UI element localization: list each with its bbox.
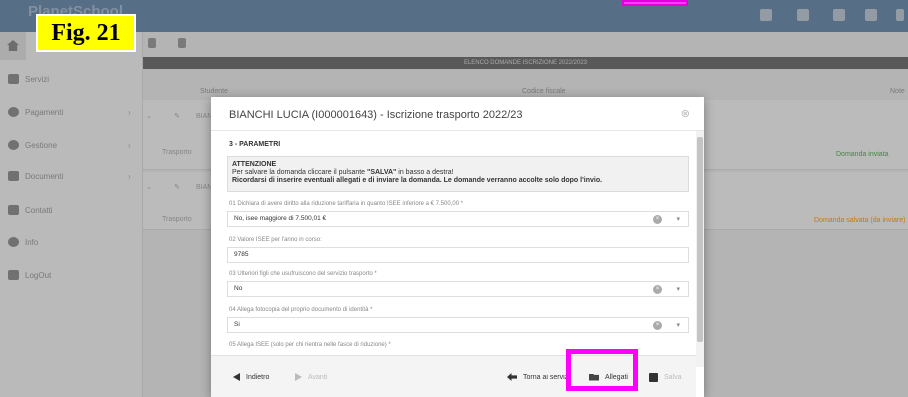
select-value: Si (234, 321, 240, 328)
notice-line-1: Per salvare la domanda cliccare il pulsa… (232, 169, 684, 177)
back-to-services-button[interactable]: Torna ai servizi (507, 369, 575, 385)
select-value: No, isee maggiore di 7.500,01 € (234, 215, 327, 222)
reply-arrow-icon (507, 373, 517, 381)
notice-text: Per salvare la domanda cliccare il pulsa… (232, 169, 368, 176)
highlight-marker-top (622, 0, 688, 6)
notice-line-2: Ricordarsi di inserire eventuali allegat… (232, 177, 603, 184)
notice-save-emphasis: "SALVA" (367, 169, 397, 176)
chevron-down-icon[interactable]: ▾ (676, 283, 680, 297)
text-field-02[interactable]: 9785 (227, 247, 689, 263)
chevron-down-icon[interactable]: ▾ (676, 319, 680, 333)
select-field-03[interactable]: No × ▾ (227, 281, 689, 297)
field-label-04: 04 Allega fotocopia del proprio document… (229, 307, 373, 313)
next-button[interactable]: Avanti (295, 369, 327, 385)
clear-icon[interactable]: × (653, 285, 662, 294)
save-button[interactable]: Salva (649, 369, 682, 385)
notice-box: ATTENZIONE Per salvare la domanda clicca… (227, 156, 689, 192)
input-value: 9785 (234, 251, 249, 258)
notice-text: in basso a destra! (396, 169, 454, 176)
scrollbar-thumb[interactable] (697, 137, 703, 342)
field-label-01: 01 Dichiara di avere diritto alla riduzi… (229, 201, 464, 207)
figure-label: Fig. 21 (36, 14, 136, 52)
divider (211, 130, 704, 131)
back-label: Indietro (246, 373, 270, 381)
clear-icon[interactable]: × (653, 215, 662, 224)
select-field-01[interactable]: No, isee maggiore di 7.500,01 € × ▾ (227, 211, 689, 227)
chevron-down-icon[interactable]: ▾ (676, 213, 680, 227)
back-button[interactable]: Indietro (233, 369, 269, 385)
arrow-right-icon (295, 373, 302, 381)
notice-heading: ATTENZIONE (232, 161, 277, 168)
select-field-04[interactable]: Si × ▾ (227, 317, 689, 333)
save-label: Salva (664, 373, 682, 381)
field-label-02: 02 Valore ISEE per l'anno in corso: (229, 237, 322, 243)
highlight-box (566, 349, 638, 391)
floppy-disk-icon (649, 372, 658, 382)
clear-icon[interactable]: × (653, 321, 662, 330)
select-value: No (234, 285, 243, 292)
next-label: Avanti (308, 373, 328, 381)
arrow-left-icon (233, 373, 240, 381)
field-label-03: 03 Ulteriori figli che usufruiscono del … (229, 271, 377, 277)
field-label-05: 05 Allega ISEE (solo per chi rientra nel… (229, 342, 391, 348)
close-icon[interactable]: ⊗ (681, 107, 690, 120)
dialog-title: BIANCHI LUCIA (I000001643) - Iscrizione … (229, 109, 523, 121)
section-title: 3 - PARAMETRI (229, 141, 281, 148)
